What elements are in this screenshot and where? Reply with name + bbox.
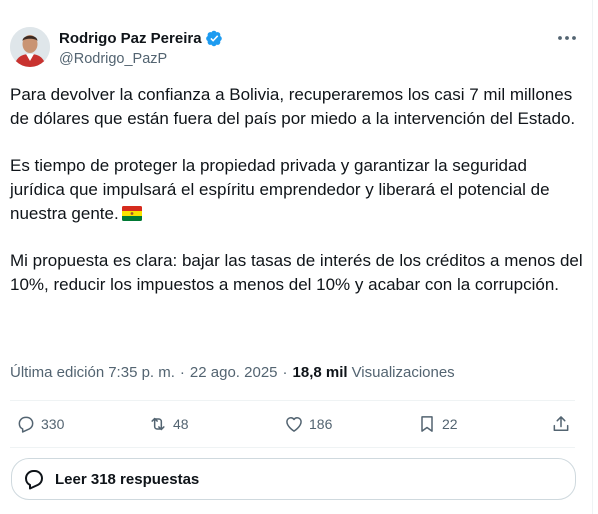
meta-separator: ·: [282, 364, 288, 381]
views-count[interactable]: 18,8 mil: [293, 364, 348, 381]
avatar-image: [10, 27, 50, 67]
bookmark-button[interactable]: 22: [417, 414, 458, 434]
repost-count: 48: [173, 416, 189, 432]
bookmark-count: 22: [442, 416, 458, 432]
tweet-meta: Última edición 7:35 p. m. · 22 ago. 2025…: [10, 364, 455, 381]
share-icon: [553, 416, 569, 431]
repost-icon: [151, 417, 165, 431]
divider: [10, 400, 575, 401]
read-replies-button[interactable]: Leer 318 respuestas: [11, 458, 576, 500]
reply-icon: [18, 416, 34, 433]
like-count: 186: [309, 416, 333, 432]
reply-bubble-icon: [25, 470, 43, 490]
bookmark-icon: [421, 416, 433, 432]
tweet-paragraph-with-emoji: Es tiempo de proteger la propiedad priva…: [10, 154, 585, 226]
views-label: Visualizaciones: [351, 364, 455, 381]
repost-button[interactable]: 48: [148, 414, 189, 434]
heart-icon: [286, 417, 302, 432]
author-handle[interactable]: @Rodrigo_PazP: [59, 51, 167, 67]
tweet-paragraph: Mi propuesta es clara: bajar las tasas d…: [10, 251, 583, 294]
bolivia-flag-icon: [121, 206, 142, 221]
tweet-paragraph: Para devolver la confianza a Bolivia, re…: [10, 85, 576, 128]
tweet-card: Rodrigo Paz Pereira @Rodrigo_PazP Para d…: [0, 0, 593, 514]
action-bar: 330 48 186 22: [10, 404, 575, 446]
reply-button[interactable]: 330: [16, 414, 64, 434]
author-avatar[interactable]: [10, 27, 50, 67]
read-replies-label: Leer 318 respuestas: [55, 470, 200, 488]
edited-label[interactable]: Última edición: [10, 364, 104, 381]
tweet-date[interactable]: 22 ago. 2025: [190, 364, 278, 381]
tweet-time[interactable]: 7:35 p. m.: [108, 364, 175, 381]
author-name[interactable]: Rodrigo Paz Pereira: [59, 30, 202, 47]
tweet-text: Para devolver la confianza a Bolivia, re…: [10, 83, 585, 320]
divider: [10, 447, 575, 448]
verified-badge-icon[interactable]: [205, 30, 223, 47]
reply-count: 330: [41, 416, 65, 432]
share-button[interactable]: [551, 414, 571, 434]
meta-separator: ·: [179, 364, 185, 381]
like-button[interactable]: 186: [284, 414, 332, 434]
tweet-paragraph: Es tiempo de proteger la propiedad priva…: [10, 156, 550, 223]
more-options-icon[interactable]: [556, 28, 578, 48]
